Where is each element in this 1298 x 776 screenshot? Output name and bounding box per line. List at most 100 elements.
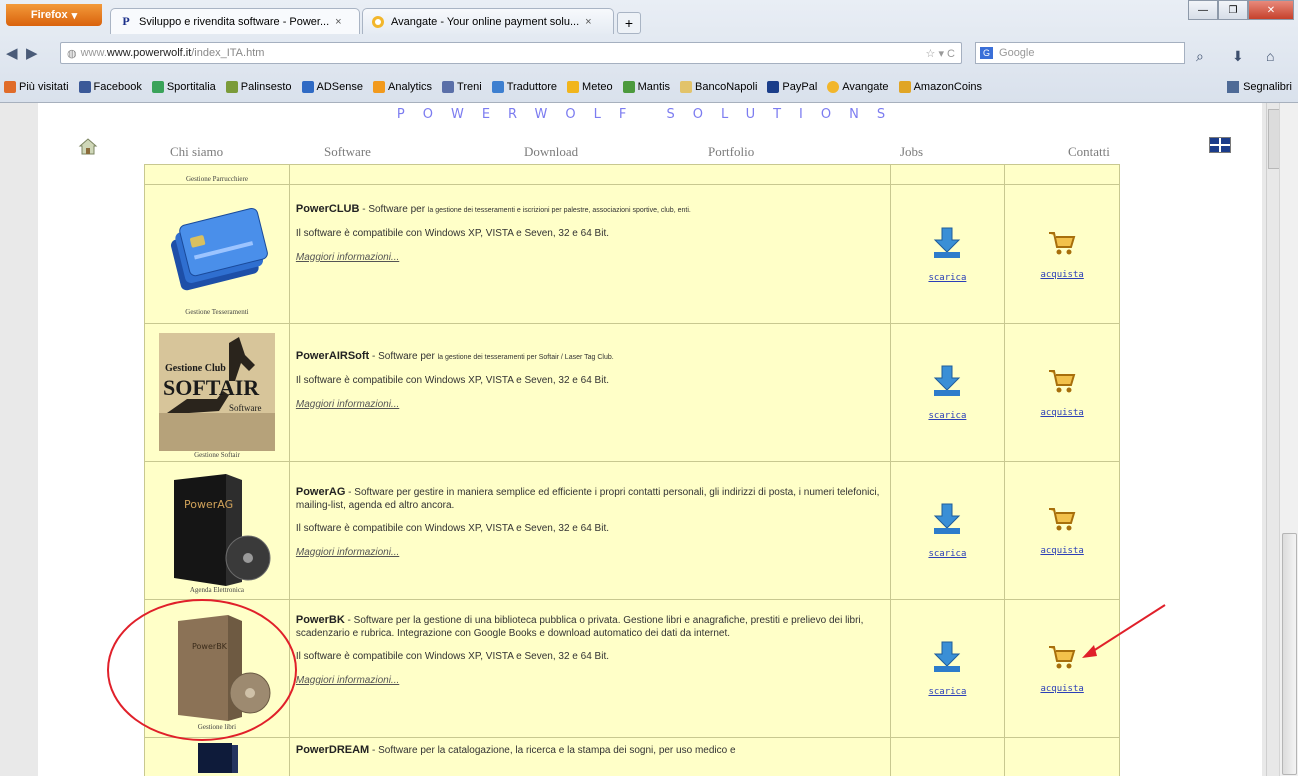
bookmark-label: Sportitalia [166,81,216,93]
more-info-link[interactable]: Maggiori informazioni... [296,252,399,263]
window-controls: — ❐ ✕ [1188,0,1294,20]
forward-icon[interactable]: ▶ [26,44,38,62]
back-icon[interactable]: ◀ [6,44,18,62]
download-cell: scarica [889,184,1006,324]
bookmark-item[interactable]: Meteo [567,81,613,93]
most-visited-icon [4,81,16,93]
menu-item-chi-siamo[interactable]: Chi siamo [170,144,223,160]
home-icon[interactable]: ⌂ [1266,48,1274,64]
powerairsoft-box-image[interactable]: Gestione Club SOFTAIR Software [158,332,275,451]
url-bar-actions[interactable]: ☆ ▾ C [926,47,955,60]
shopping-cart-icon[interactable] [1047,367,1077,395]
close-tab-icon[interactable]: × [585,16,591,28]
product-description-cell [288,164,891,185]
menu-item-download[interactable]: Download [524,144,578,160]
box-text: Software [229,403,262,413]
bookmarks-toolbar: Più visitati Facebook Sportitalia Palins… [0,76,1298,98]
bookmark-item[interactable]: Analytics [373,81,432,93]
product-name: PowerAIRSoft [295,350,370,362]
download-link[interactable]: scarica [892,549,1004,559]
table-row: PowerAG Agenda Elettronica PowerAG - Sof… [144,461,1120,600]
product-description-cell: PowerDREAM - Software per la catalogazio… [288,737,891,776]
bookmark-item[interactable]: Treni [442,81,482,93]
more-info-link[interactable]: Maggiori informazioni... [296,399,399,410]
download-icon[interactable] [930,640,964,674]
frame-scrollbar[interactable] [1266,103,1280,776]
bookmark-item[interactable]: ADSense [301,81,364,93]
product-compatibility: Il software è compatibile con Windows XP… [295,651,609,662]
bookmark-item[interactable]: Avangate [827,81,889,93]
tab-avangate[interactable]: Avangate - Your online payment solu... × [362,8,614,34]
close-tab-icon[interactable]: × [335,16,341,28]
product-caption: Gestione Tesseramenti [185,308,249,316]
new-tab-button[interactable]: + [617,12,641,34]
download-link[interactable]: scarica [892,687,1004,697]
bookmark-item[interactable]: Mantis [622,81,671,93]
product-description: la gestione dei tesseramenti e iscrizion… [427,207,691,214]
uk-flag-icon[interactable] [1209,137,1231,153]
buy-link[interactable]: acquista [1006,408,1118,418]
menu-item-software[interactable]: Software [324,144,371,160]
download-icon[interactable] [930,226,964,260]
bookmark-item[interactable]: BancoNapoli [680,81,757,93]
download-icon[interactable]: ⬇ [1232,48,1244,65]
buy-link[interactable]: acquista [1006,270,1118,280]
bookmarks-menu-button[interactable]: Segnalibri [1227,76,1292,98]
search-bar[interactable]: G Google [975,42,1185,64]
bookmark-label: Mantis [637,81,671,93]
paypal-icon [767,81,780,93]
page-scroll-thumb[interactable] [1282,533,1297,775]
bookmark-item[interactable]: AmazonCoins [898,81,982,93]
download-link[interactable]: scarica [892,273,1004,283]
bookmark-item[interactable]: Traduttore [491,81,557,93]
menu-item-portfolio[interactable]: Portfolio [708,144,754,160]
bookmark-item[interactable]: PayPal [767,81,817,93]
maximize-button[interactable]: ❐ [1218,0,1248,20]
tab-powerwolf[interactable]: P Sviluppo e rivendita software - Power.… [110,8,360,34]
menu-item-jobs[interactable]: Jobs [900,144,923,160]
tab-title: Avangate - Your online payment solu... [391,15,580,28]
more-info-link[interactable]: Maggiori informazioni... [296,675,399,686]
menu-item-contatti[interactable]: Contatti [1068,144,1110,160]
bookmark-item[interactable]: Più visitati [4,81,69,93]
firefox-menu-button[interactable]: Firefox ▾ [6,4,102,26]
bookmark-item[interactable]: Facebook [78,81,142,93]
facebook-icon [78,81,91,93]
url-bar[interactable]: ◍ www. www.powerwolf.it/index_ITA.htm ☆ ▾… [60,42,962,64]
bookmark-item[interactable]: Sportitalia [151,81,216,93]
product-caption: Agenda Elettronica [189,585,245,594]
box-text: SOFTAIR [163,375,260,400]
powerdream-box-image[interactable] [192,743,242,773]
minimize-button[interactable]: — [1188,0,1218,20]
table-row: PowerDREAM - Software per la catalogazio… [144,737,1120,776]
download-icon[interactable] [930,502,964,536]
table-row: Gestione Parrucchiere [144,164,1120,185]
tab-title: Sviluppo e rivendita software - Power... [139,15,330,28]
product-image-cell: Gestione Parrucchiere [144,164,290,185]
buy-link[interactable]: acquista [1006,546,1118,556]
close-window-button[interactable]: ✕ [1248,0,1294,20]
download-link[interactable]: scarica [892,411,1004,421]
bookmarks-icon [1227,81,1240,93]
weather-icon [567,81,580,93]
powerclub-card-image[interactable] [162,198,272,308]
bookmark-label: PayPal [782,81,818,93]
search-icon[interactable]: ⌕ [1196,48,1204,65]
shopping-cart-icon[interactable] [1047,505,1077,533]
bookmark-label: ADSense [316,81,364,93]
product-compatibility: Il software è compatibile con Windows XP… [295,228,609,239]
bookmark-label: Analytics [388,81,433,93]
bookmark-item[interactable]: Palinsesto [225,81,292,93]
search-engine-icon[interactable]: G [980,47,994,59]
page-scrollbar[interactable] [1279,103,1298,776]
web-page: POWERWOLF SOLUTIONS Chi siamo Software D… [0,103,1280,776]
powerbk-box-image[interactable]: PowerBK [162,613,272,723]
more-info-link[interactable]: Maggiori informazioni... [296,547,399,558]
shopping-cart-icon[interactable] [1047,229,1077,257]
buy-cell: acquista [1004,323,1120,462]
powerag-box-image[interactable]: PowerAG [162,473,272,586]
download-icon[interactable] [930,364,964,398]
buy-link[interactable]: acquista [1006,684,1118,694]
shopping-cart-icon[interactable] [1047,643,1077,671]
bookmark-label: Palinsesto [240,81,292,93]
